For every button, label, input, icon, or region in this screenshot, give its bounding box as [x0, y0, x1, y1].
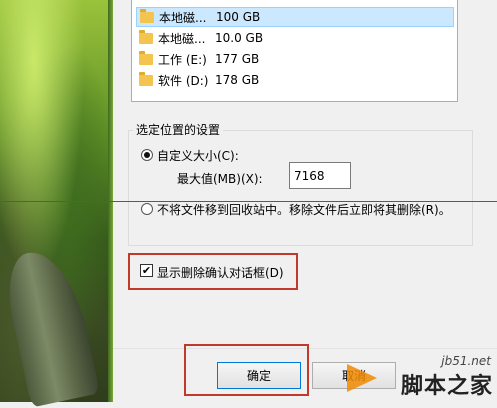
folder-icon	[139, 71, 153, 86]
highlight-box-ok	[184, 344, 309, 396]
folder-icon	[139, 29, 153, 44]
drive-row-c[interactable]: 本地磁... 100 GB	[136, 7, 454, 27]
max-value-label: 最大值(MB)(X):	[177, 172, 263, 186]
no-recycle-label: 不将文件移到回收站中。移除文件后立即将其删除(R)。	[157, 203, 451, 217]
drive-size: 100 GB	[216, 10, 261, 24]
drive-row-f[interactable]: 本地磁... 10.0 GB	[136, 28, 454, 48]
no-recycle-radio[interactable]	[141, 203, 153, 215]
drive-row-d[interactable]: 软件 (D:) 178 GB	[136, 70, 454, 90]
watermark-arrow-icon	[347, 364, 377, 392]
watermark-site: jb51.net	[441, 354, 491, 368]
annotation-line	[0, 201, 497, 202]
custom-size-label: 自定义大小(C):	[157, 149, 239, 163]
drive-name: 本地磁...	[159, 10, 207, 25]
drive-size: 10.0 GB	[215, 31, 264, 45]
drive-name: 本地磁...	[158, 31, 206, 46]
group-title: 选定位置的设置	[133, 121, 224, 138]
custom-size-radio[interactable]	[141, 149, 153, 161]
drive-size: 177 GB	[215, 52, 260, 66]
drive-list: 本地磁... 100 GB 本地磁... 10.0 GB 工作 (E:) 177…	[131, 0, 458, 102]
drive-name: 软件 (D:)	[158, 73, 209, 88]
watermark-title: 脚本之家	[400, 374, 493, 399]
site-watermark: jb51.net 脚本之家	[347, 354, 497, 402]
highlight-box-checkbox	[128, 253, 298, 290]
folder-icon	[139, 50, 153, 65]
drive-row-e[interactable]: 工作 (E:) 177 GB	[136, 49, 454, 69]
drive-size: 178 GB	[215, 73, 260, 87]
max-value-input[interactable]: 7168	[289, 162, 351, 189]
folder-icon	[140, 8, 154, 23]
drive-name: 工作 (E:)	[158, 52, 207, 67]
